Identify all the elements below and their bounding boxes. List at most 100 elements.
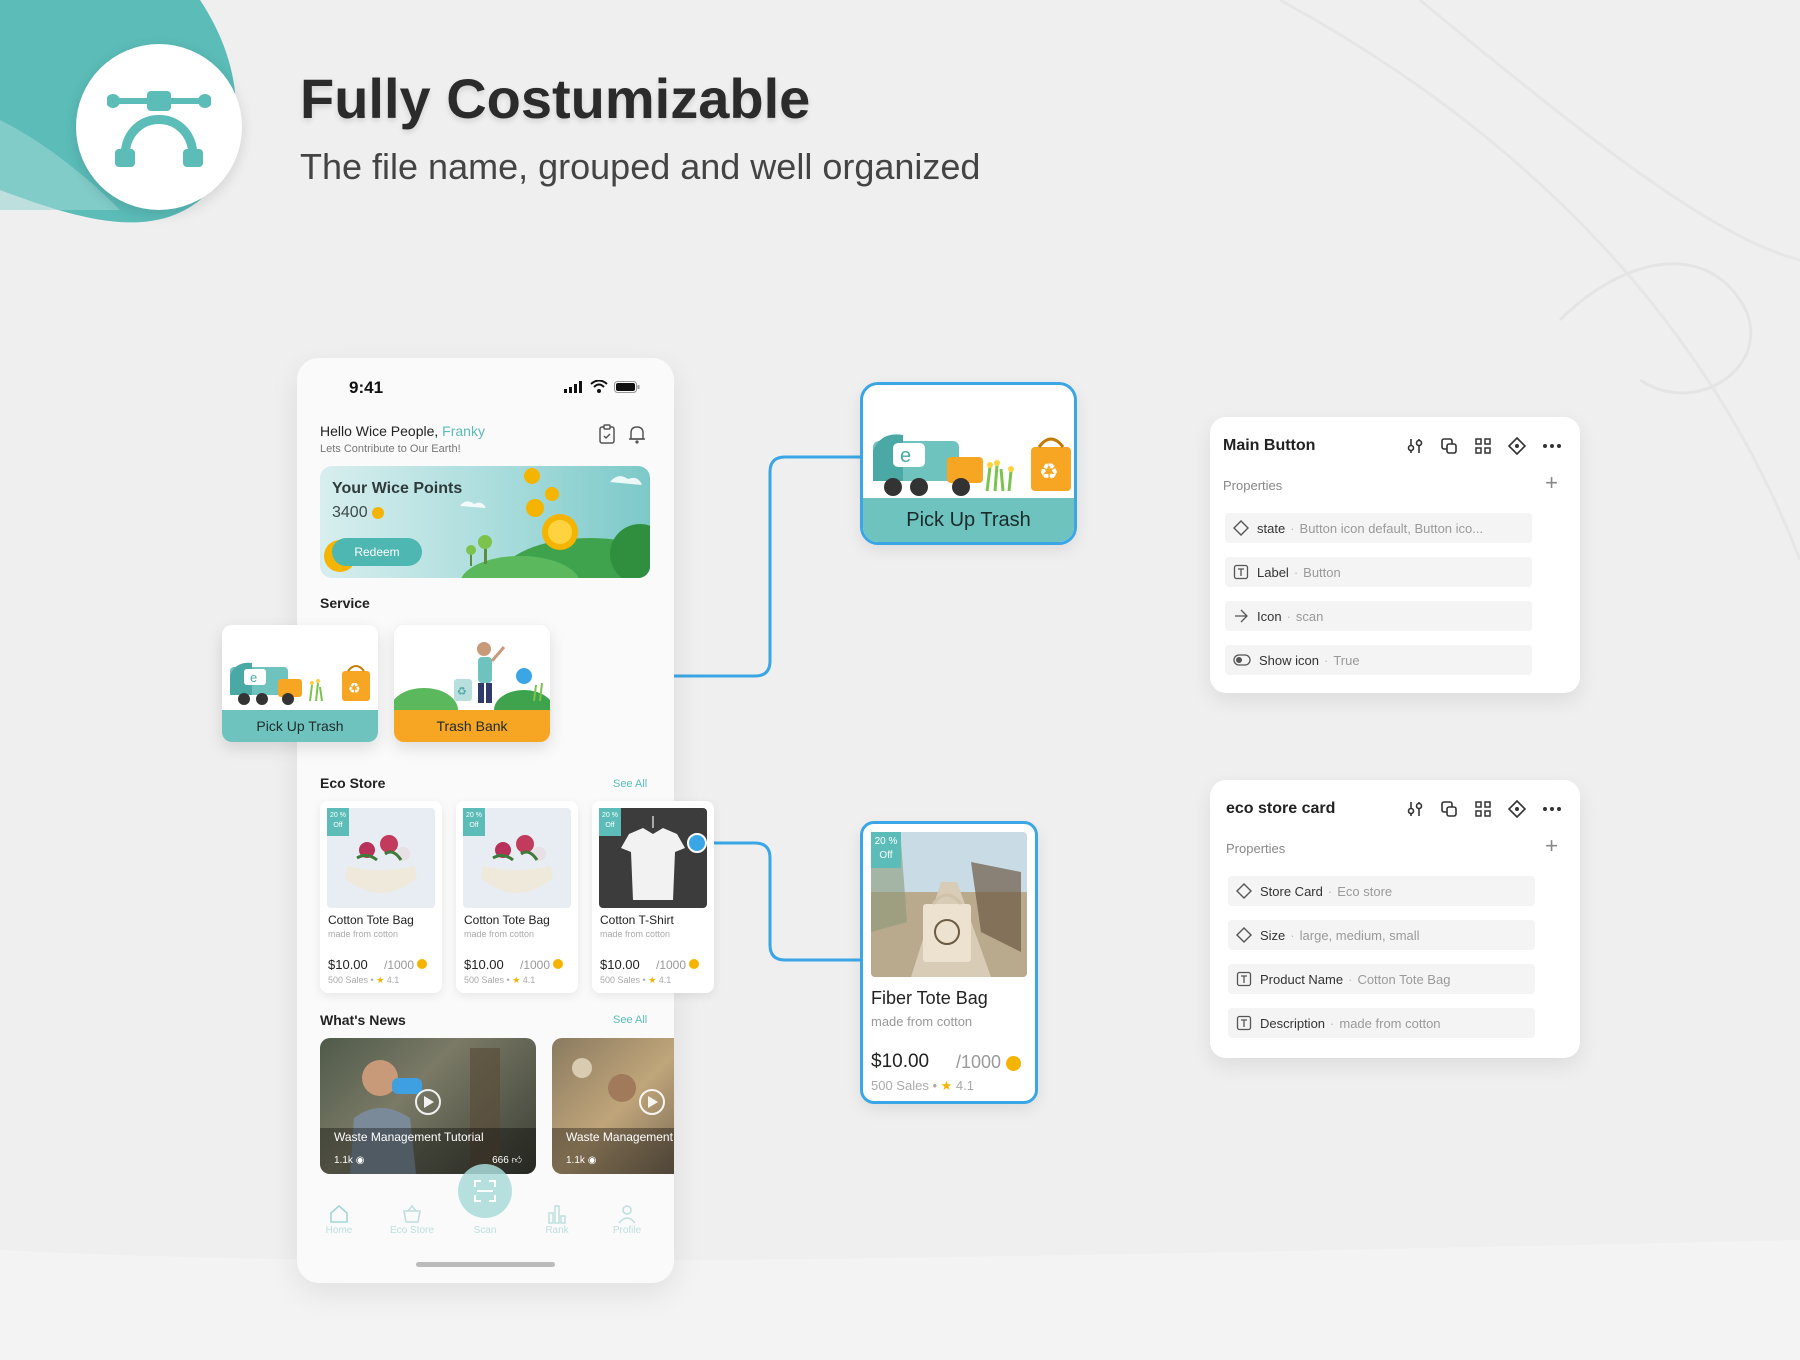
product-price: $10.00 <box>464 957 504 972</box>
property-key: Store Card <box>1260 883 1323 899</box>
star-icon: ★ <box>376 975 385 985</box>
product-points: /1000 <box>956 1052 1022 1073</box>
variant-diamond-icon <box>1236 883 1252 899</box>
header-actions <box>598 424 646 444</box>
property-key: Show icon <box>1259 652 1319 668</box>
points-value: 3400 <box>332 504 385 522</box>
more-icon[interactable] <box>1542 800 1562 818</box>
product-card[interactable]: 20 % Off Cotton T-Shirt made from cotton … <box>592 801 714 993</box>
callout-eco-store-card[interactable]: 20 % Off Fiber Tote Bag made from cotton … <box>860 821 1038 1104</box>
greeting-text: Hello Wice People, <box>320 423 439 439</box>
product-name: Cotton T-Shirt <box>600 913 674 927</box>
adjust-icon[interactable] <box>1406 800 1424 818</box>
component-icon[interactable] <box>1508 800 1526 818</box>
coin-icon <box>553 959 564 969</box>
tab-label: Scan <box>473 1225 497 1236</box>
product-desc: made from cotton <box>871 1014 973 1029</box>
property-row[interactable]: Icon · scan <box>1225 601 1532 631</box>
news-card[interactable]: Waste Management Tutorial 1.1k ◉ 666 👍︎ <box>320 1038 536 1174</box>
discount-badge: 20 % Off <box>599 808 621 836</box>
text-icon <box>1236 1015 1252 1031</box>
text-icon <box>1236 971 1252 987</box>
news-likes: 666 👍︎ <box>492 1155 522 1166</box>
product-name: Fiber Tote Bag <box>871 988 988 1008</box>
more-icon[interactable] <box>1542 437 1562 455</box>
component-icon[interactable] <box>1508 437 1526 455</box>
product-price: $10.00 <box>600 957 640 972</box>
toggle-icon <box>1233 654 1251 666</box>
tab-rank[interactable]: Rank <box>527 1203 587 1236</box>
property-key: Product Name <box>1260 971 1344 987</box>
grid-icon[interactable] <box>1474 437 1492 455</box>
product-card[interactable]: 20 % Off Cotton Tote Bag made from cotton… <box>456 801 578 993</box>
callout-main-button[interactable]: e ♻ Pick Up Trash <box>860 382 1077 545</box>
home-icon <box>330 1204 348 1223</box>
eco-store-see-all[interactable]: See All <box>613 778 647 790</box>
product-card[interactable]: 20 % Off Cotton Tote Bag made from cotton… <box>320 801 442 993</box>
product-desc: made from cotton <box>328 929 399 939</box>
service-card-pick-up-trash[interactable]: e ♻ Pick Up Trash <box>222 625 378 742</box>
property-row[interactable]: Store Card · Eco store <box>1228 876 1535 906</box>
battery-icon <box>614 380 640 393</box>
property-value: made from cotton <box>1339 1015 1441 1031</box>
thumbs-up-icon: 👍︎ <box>511 1155 522 1166</box>
grid-icon[interactable] <box>1474 800 1492 818</box>
property-row[interactable]: state · Button icon default, Button ico... <box>1225 513 1532 543</box>
property-key: Size <box>1260 927 1286 943</box>
scan-button[interactable] <box>458 1164 512 1218</box>
product-points: /1000 <box>384 958 428 972</box>
news-title-text: Waste Management Tutorial <box>334 1130 484 1144</box>
property-value: Eco store <box>1337 883 1393 899</box>
svg-text:♻: ♻ <box>348 681 361 697</box>
property-value: Button icon default, Button ico... <box>1299 520 1484 536</box>
news-see-all[interactable]: See All <box>613 1014 647 1026</box>
property-key: Label <box>1257 564 1289 580</box>
page-subtitle: The file name, grouped and well organize… <box>300 146 981 187</box>
clipboard-icon[interactable] <box>598 424 616 444</box>
star-icon: ★ <box>648 975 657 985</box>
property-value: True <box>1333 652 1360 668</box>
tab-home[interactable]: Home <box>309 1203 369 1236</box>
tab-eco-store[interactable]: Eco Store <box>382 1203 442 1236</box>
text-icon <box>1233 564 1249 580</box>
scan-icon <box>474 1180 496 1202</box>
property-row[interactable]: Description · made from cotton <box>1228 1008 1535 1038</box>
property-row[interactable]: Label · Button <box>1225 557 1532 587</box>
status-time: 9:41 <box>349 378 384 397</box>
panel-title: eco store card <box>1226 800 1336 817</box>
variant-diamond-icon <box>1236 927 1252 943</box>
svg-text:e: e <box>900 445 911 467</box>
coin-icon <box>372 506 385 519</box>
add-property-button[interactable]: + <box>1545 835 1558 857</box>
add-property-button[interactable]: + <box>1545 472 1558 494</box>
property-row[interactable]: Product Name · Cotton Tote Bag <box>1228 964 1535 994</box>
wifi-icon <box>590 380 608 393</box>
property-value: Button <box>1303 564 1341 580</box>
coin-icon <box>1006 1055 1022 1071</box>
tab-label: Rank <box>545 1225 569 1236</box>
bell-icon[interactable] <box>628 424 646 444</box>
detach-icon[interactable] <box>1440 437 1458 455</box>
panel-title: Main Button <box>1223 437 1316 454</box>
user-icon <box>618 1205 636 1224</box>
star-icon: ★ <box>940 1078 953 1093</box>
variant-diamond-icon <box>1233 520 1249 536</box>
points-card: Your Wice Points 3400 Redeem <box>320 466 650 578</box>
tab-profile[interactable]: Profile <box>597 1203 657 1236</box>
product-price: $10.00 <box>871 1051 930 1072</box>
adjust-icon[interactable] <box>1406 437 1424 455</box>
property-row[interactable]: Show icon · True <box>1225 645 1532 675</box>
news-title-text: Waste Management <box>566 1130 673 1144</box>
product-points: /1000 <box>520 958 564 972</box>
tab-label: Eco Store <box>390 1225 434 1236</box>
detach-icon[interactable] <box>1440 800 1458 818</box>
product-points: /1000 <box>656 958 700 972</box>
property-row[interactable]: Size · large, medium, small <box>1228 920 1535 950</box>
redeem-button[interactable]: Redeem <box>332 538 422 566</box>
coin-icon <box>689 959 700 969</box>
tab-label: Home <box>325 1225 353 1236</box>
news-card[interactable]: Waste Management 1.1k ◉ <box>552 1038 674 1174</box>
product-sales: 500 Sales • ★ 4.1 <box>600 975 672 985</box>
product-desc: made from cotton <box>600 929 671 939</box>
tab-label: Profile <box>612 1225 642 1236</box>
